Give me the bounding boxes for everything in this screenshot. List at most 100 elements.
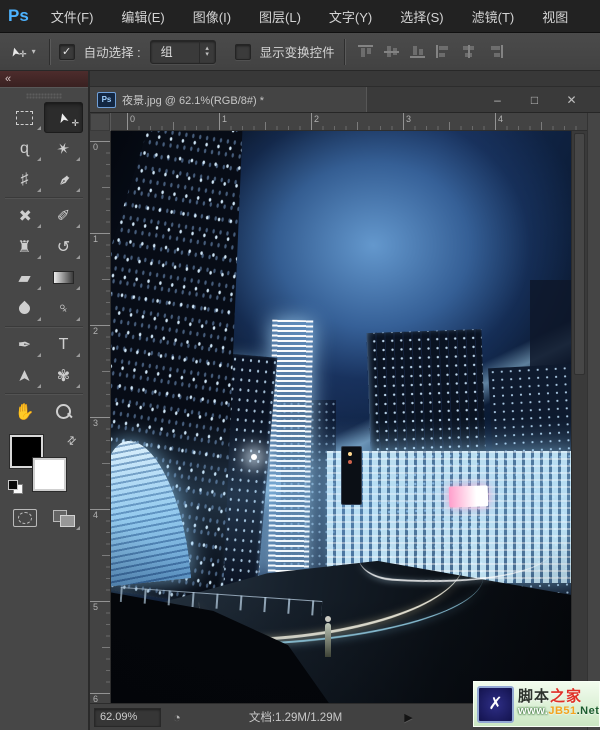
align-left-edges-icon[interactable] [436,45,451,58]
type-icon: T [59,336,69,354]
gradient-tool[interactable] [44,262,83,293]
rectangular-marquee-tool[interactable] [5,102,44,133]
toolbar-collapse-header[interactable]: « [0,71,88,87]
auto-select-label: 自动选择 : [84,42,141,61]
custom-shape-tool[interactable]: ✾ [44,360,83,391]
swap-colors-icon[interactable]: ⇄ [64,433,80,449]
pen-tool[interactable]: ✒ [5,329,44,360]
auto-select-checkbox[interactable]: ✓ [59,44,75,60]
tool-preset-picker[interactable]: ➤ ✛ ▾ [6,41,40,62]
ruler-corner[interactable] [90,113,111,132]
healing-brush-icon: ✚ [13,204,37,228]
document-tab[interactable]: Ps 夜景.jpg @ 62.1%(RGB/8#) * [90,87,367,112]
ruler-mark: 4 [93,510,98,520]
site-name-part2: 之家 [550,688,582,705]
hand-icon: ✋ [15,402,35,422]
canvas-image[interactable] [111,131,571,703]
show-transform-checkbox[interactable] [235,44,251,60]
jb51-logo-icon: ✗ [477,686,514,723]
align-bottom-edges-icon[interactable] [410,45,425,58]
magic-wand-tool[interactable]: ✶ [44,133,83,164]
menu-select[interactable]: 选择(S) [386,7,457,26]
document-body: 0 1 2 3 4 5 0 1 2 3 4 5 [90,113,600,730]
menu-edit[interactable]: 编辑(E) [107,7,178,26]
timing-icon: ◔ [173,710,181,725]
close-button[interactable]: ✕ [553,93,590,107]
align-right-edges-icon[interactable] [488,45,503,58]
watermark-text: 脚本之家 www.JB51.Net [518,689,599,719]
eyedropper-icon: ✒ [52,168,76,192]
canvas-row: 0 1 2 3 4 5 6 [90,131,587,703]
ruler-mark: 2 [93,326,98,336]
tool-grid: ➤ ✛ ɋ ✶ ♯ ✒ [5,102,83,195]
menu-filter[interactable]: 滤镜(T) [458,7,529,26]
background-color-swatch[interactable] [33,458,66,491]
tool-grid: ✋ [5,396,83,427]
spinner-icon[interactable]: ▴ ▾ [199,41,215,63]
panel-grip[interactable] [26,93,62,99]
panel-edge [587,113,600,730]
toolbar-body: ➤ ✛ ɋ ✶ ♯ ✒ ✚ ✐ ♜ ↺ ▰ ♀ ✒ [0,87,88,730]
menu-layer[interactable]: 图层(L) [245,7,315,26]
auto-select-mode-dropdown[interactable]: 组 ▴ ▾ [150,40,216,64]
custom-shape-icon: ✾ [57,366,70,386]
workspace: « ➤ ✛ ɋ ✶ ♯ ✒ ✚ ✐ ♜ ↺ ▰ [0,71,600,730]
document-window: Ps 夜景.jpg @ 62.1%(RGB/8#) * – □ ✕ 0 1 2 … [88,71,600,730]
align-vertical-centers-icon[interactable] [384,45,399,58]
document-tab-bar: Ps 夜景.jpg @ 62.1%(RGB/8#) * – □ ✕ [90,87,600,113]
brush-tool[interactable]: ✐ [44,200,83,231]
vignette [111,131,571,703]
mode-value: 组 [151,43,199,60]
brush-icon: ✐ [57,206,70,226]
marquee-icon [16,111,33,125]
ruler-mark: 1 [222,114,227,124]
crop-tool[interactable]: ♯ [5,164,44,195]
document-size-info: 文档:1.29M/1.29M [249,709,342,725]
crop-icon: ♯ [21,171,29,189]
water-drop-icon [17,301,33,317]
history-brush-tool[interactable]: ↺ [44,231,83,262]
status-flyout-arrow[interactable]: ▶ [404,711,412,724]
menu-file[interactable]: 文件(F) [37,7,108,26]
ruler-mark: 2 [314,114,319,124]
divider [5,197,83,198]
collapse-panel-icon: « [5,72,10,86]
vertical-scrollbar[interactable] [571,131,587,703]
dodge-tool[interactable]: ♀ [44,293,83,324]
clone-stamp-tool[interactable]: ♜ [5,231,44,262]
divider [5,393,83,394]
gradient-icon [53,271,74,284]
move-icon: ➤ [54,110,72,125]
menu-view[interactable]: 视图 [528,7,582,26]
magic-wand-icon: ✶ [52,136,75,160]
tool-grid: ✒ T ➤ ✾ [5,329,83,391]
move-tool[interactable]: ➤ ✛ [44,102,83,133]
zoom-level-field[interactable]: 62.09% [94,708,161,727]
hand-tool[interactable]: ✋ [5,396,44,427]
site-name-part1: 脚本 [518,688,550,705]
default-colors-icon[interactable] [8,480,24,495]
lasso-tool[interactable]: ɋ [5,133,44,164]
dodge-icon: ♀ [53,298,74,320]
site-url: www.JB51.Net [518,704,599,719]
eraser-tool[interactable]: ▰ [5,262,44,293]
align-horizontal-centers-icon[interactable] [462,45,477,58]
divider [5,326,83,327]
spot-healing-brush-tool[interactable]: ✚ [5,200,44,231]
path-selection-tool[interactable]: ➤ [5,360,44,391]
quick-mask-button[interactable] [13,509,37,527]
horizontal-ruler[interactable]: 0 1 2 3 4 5 [111,113,587,131]
maximize-button[interactable]: □ [516,93,553,107]
vertical-ruler[interactable]: 0 1 2 3 4 5 6 [90,131,111,703]
scrollbar-thumb[interactable] [574,133,585,375]
screen-mode-button[interactable] [53,510,75,527]
ruler-mark: 5 [93,602,98,612]
menu-image[interactable]: 图像(I) [179,7,245,26]
menu-type[interactable]: 文字(Y) [315,7,386,26]
eyedropper-tool[interactable]: ✒ [44,164,83,195]
blur-tool[interactable] [5,293,44,324]
type-tool[interactable]: T [44,329,83,360]
minimize-button[interactable]: – [479,93,516,107]
zoom-tool[interactable] [44,396,83,427]
align-top-edges-icon[interactable] [358,45,373,58]
